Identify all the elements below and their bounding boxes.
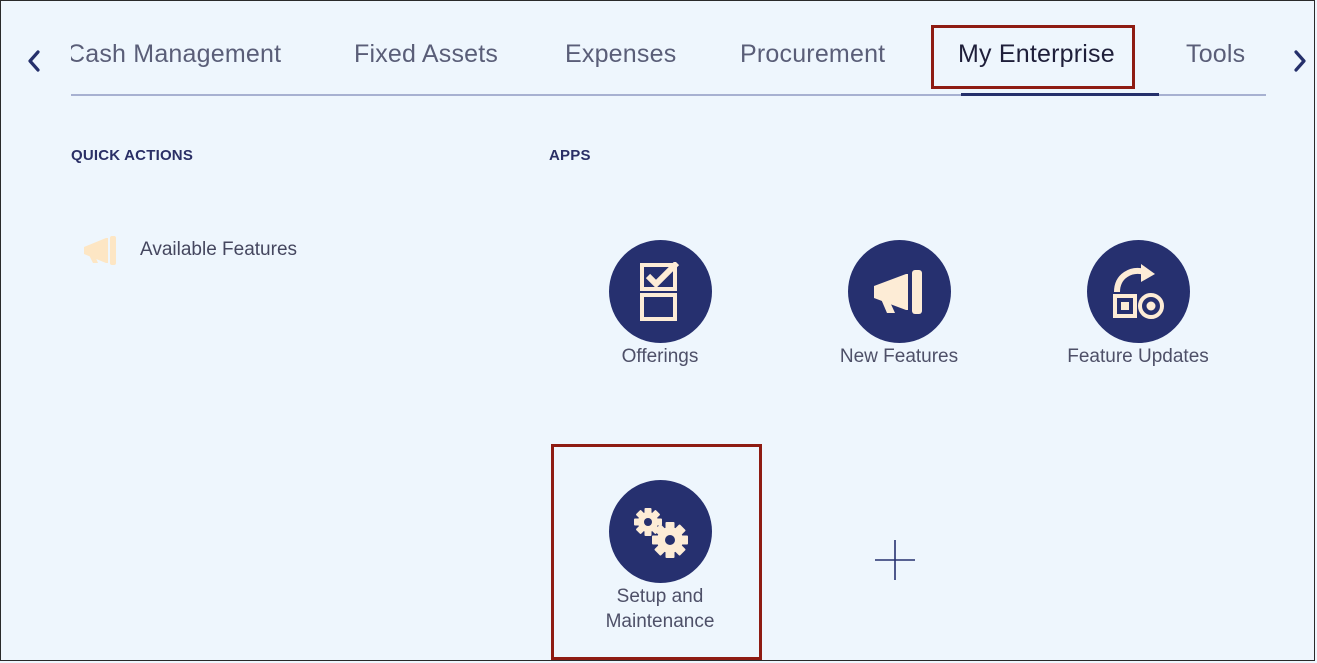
tab-bar: Cash Management Fixed Assets Expenses Pr… [0,0,1317,100]
app-label: Offerings [621,346,699,367]
app-offerings[interactable]: Offerings [570,240,750,369]
app-new-features[interactable]: New Features [809,240,989,369]
tab-tools[interactable]: Tools [1186,40,1245,69]
add-app-button[interactable] [865,530,925,590]
scroll-left-button[interactable] [20,44,48,78]
app-feature-updates[interactable]: Feature Updates [1048,240,1228,369]
plus-icon [875,540,915,580]
app-label: Setup and Maintenance [606,584,715,634]
tab-fixed-assets[interactable]: Fixed Assets [354,40,498,69]
app-icon-circle [847,240,951,343]
chevron-right-icon [1294,50,1306,72]
apps-heading: APPS [549,147,591,164]
tab-expenses[interactable]: Expenses [565,40,676,69]
feature-updates-icon [1113,263,1164,319]
app-label-line: Maintenance [605,611,715,632]
app-icon-circle [608,480,712,583]
megaphone-icon [874,269,922,314]
gears-icon [634,507,688,558]
app-label: New Features [839,346,959,367]
scroll-right-button[interactable] [1286,44,1314,78]
checklist-icon [640,261,680,321]
tab-procurement[interactable]: Procurement [740,40,885,69]
app-label: Feature Updates [1067,346,1209,367]
app-label-line: Setup and [616,586,704,607]
chevron-left-icon [28,50,40,72]
tab-my-enterprise[interactable]: My Enterprise [958,40,1115,69]
active-tab-indicator [961,93,1159,96]
tab-cash-management[interactable]: Cash Management [71,40,281,69]
app-icon-circle [1086,240,1190,343]
app-setup-and-maintenance[interactable]: Setup and Maintenance [570,480,750,634]
quick-actions-heading: QUICK ACTIONS [71,147,194,164]
quick-action-label: Available Features [140,239,298,260]
megaphone-icon [84,236,116,265]
app-icon-circle [608,240,712,343]
quick-action-available-features[interactable]: Available Features [80,230,297,270]
tabs-strip: Cash Management Fixed Assets Expenses Pr… [71,26,1266,96]
